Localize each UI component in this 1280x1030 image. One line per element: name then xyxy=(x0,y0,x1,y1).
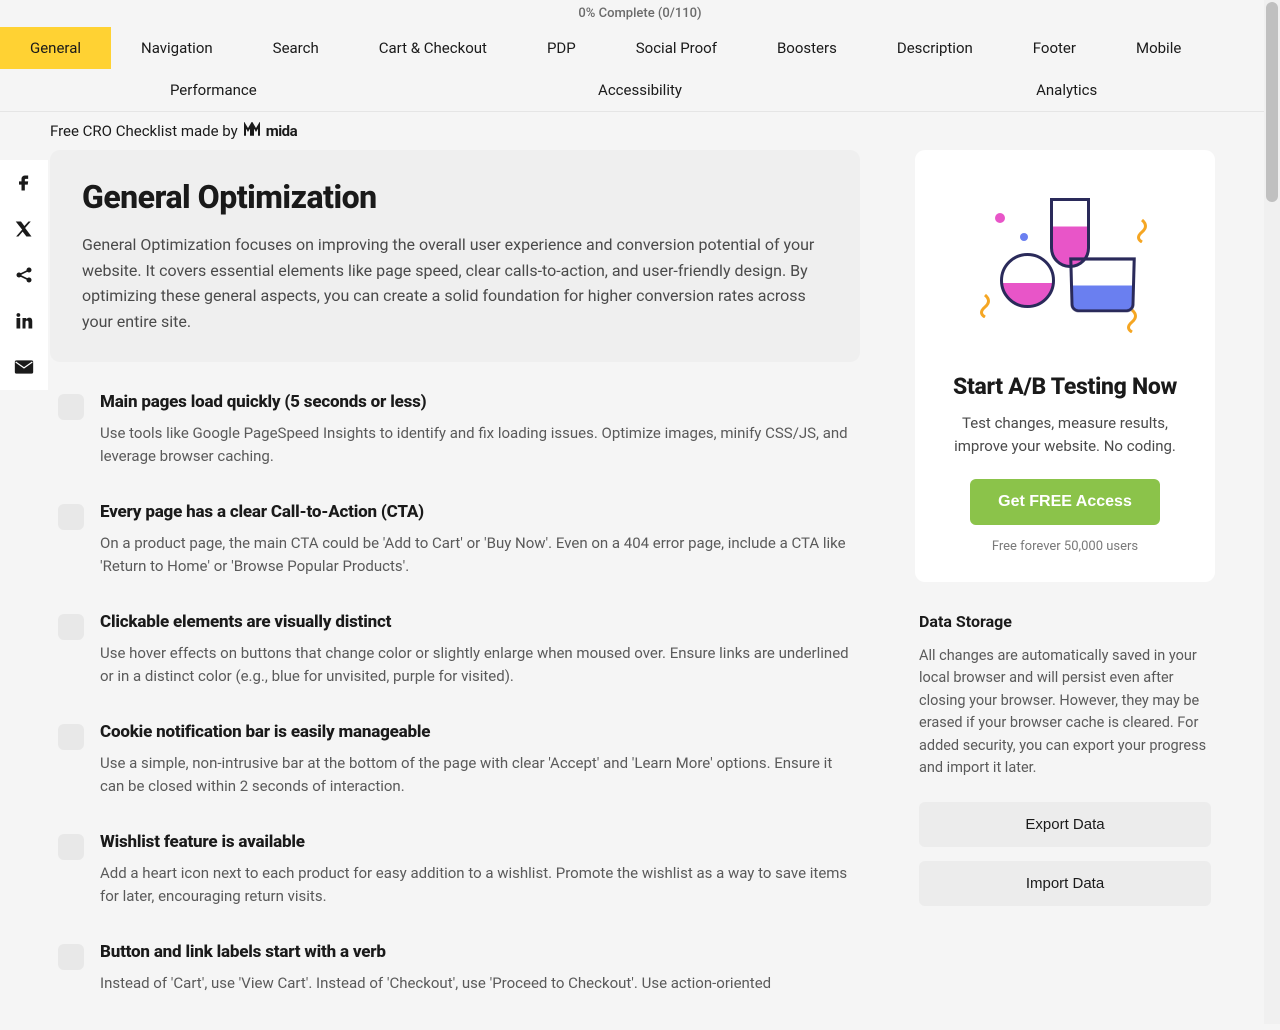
checklist-title: Main pages load quickly (5 seconds or le… xyxy=(100,392,860,412)
checklist-item: Main pages load quickly (5 seconds or le… xyxy=(50,392,860,467)
import-data-button[interactable]: Import Data xyxy=(919,861,1211,906)
checklist-description: Instead of 'Cart', use 'View Cart'. Inst… xyxy=(100,972,771,995)
page-description: General Optimization focuses on improvin… xyxy=(82,232,828,334)
promo-subtitle: Test changes, measure results, improve y… xyxy=(939,412,1191,457)
checklist-title: Every page has a clear Call-to-Action (C… xyxy=(100,502,860,522)
info-card: General Optimization General Optimizatio… xyxy=(50,150,860,362)
checklist-title: Clickable elements are visually distinct xyxy=(100,612,860,632)
tab-search[interactable]: Search xyxy=(243,27,349,69)
share-sidebar xyxy=(0,160,48,390)
email-icon[interactable] xyxy=(0,344,48,390)
breadcrumb-text: Free CRO Checklist made by xyxy=(50,122,238,140)
tab-social-proof[interactable]: Social Proof xyxy=(606,27,747,69)
checklist-item: Every page has a clear Call-to-Action (C… xyxy=(50,502,860,577)
tab-description[interactable]: Description xyxy=(867,27,1003,69)
storage-title: Data Storage xyxy=(919,612,1211,631)
tab-analytics[interactable]: Analytics xyxy=(853,69,1280,111)
breadcrumb: Free CRO Checklist made by mida xyxy=(0,112,1280,150)
page-title: General Optimization xyxy=(82,178,828,216)
checkbox[interactable] xyxy=(58,834,84,860)
export-data-button[interactable]: Export Data xyxy=(919,802,1211,847)
scrollbar[interactable] xyxy=(1264,0,1280,1024)
tab-performance[interactable]: Performance xyxy=(0,69,427,111)
linkedin-icon[interactable] xyxy=(0,298,48,344)
checklist-title: Button and link labels start with a verb xyxy=(100,942,771,962)
x-twitter-icon[interactable] xyxy=(0,206,48,252)
storage-description: All changes are automatically saved in y… xyxy=(919,645,1211,780)
progress-text: 0% Complete (0/110) xyxy=(0,0,1280,27)
storage-section: Data Storage All changes are automatical… xyxy=(915,612,1215,906)
tab-navigation[interactable]: Navigation xyxy=(111,27,243,69)
promo-card: Start A/B Testing Now Test changes, meas… xyxy=(915,150,1215,582)
tab-mobile[interactable]: Mobile xyxy=(1106,27,1211,69)
checklist-description: Use tools like Google PageSpeed Insights… xyxy=(100,422,860,467)
checklist-item: Button and link labels start with a verb… xyxy=(50,942,860,995)
checkbox[interactable] xyxy=(58,614,84,640)
checkbox[interactable] xyxy=(58,394,84,420)
checklist-description: Use hover effects on buttons that change… xyxy=(100,642,860,687)
tabs-container: General Navigation Search Cart & Checkou… xyxy=(0,27,1280,112)
tab-footer[interactable]: Footer xyxy=(1003,27,1106,69)
get-free-access-button[interactable]: Get FREE Access xyxy=(970,479,1160,525)
tab-general[interactable]: General xyxy=(0,27,111,69)
checklist-item: Wishlist feature is available Add a hear… xyxy=(50,832,860,907)
tab-boosters[interactable]: Boosters xyxy=(747,27,867,69)
tab-accessibility[interactable]: Accessibility xyxy=(427,69,854,111)
checklist-title: Wishlist feature is available xyxy=(100,832,860,852)
checklist-item: Cookie notification bar is easily manage… xyxy=(50,722,860,797)
checklist-description: Add a heart icon next to each product fo… xyxy=(100,862,860,907)
tab-cart-checkout[interactable]: Cart & Checkout xyxy=(349,27,517,69)
facebook-icon[interactable] xyxy=(0,160,48,206)
scrollbar-thumb[interactable] xyxy=(1266,2,1278,202)
checkbox[interactable] xyxy=(58,504,84,530)
promo-disclaimer: Free forever 50,000 users xyxy=(939,539,1191,554)
checklist-title: Cookie notification bar is easily manage… xyxy=(100,722,860,742)
checkbox[interactable] xyxy=(58,944,84,970)
checklist-description: Use a simple, non-intrusive bar at the b… xyxy=(100,752,860,797)
checklist-description: On a product page, the main CTA could be… xyxy=(100,532,860,577)
mida-logo-icon xyxy=(244,122,260,140)
share-icon[interactable] xyxy=(0,252,48,298)
brand-name: mida xyxy=(266,122,297,140)
checklist-item: Clickable elements are visually distinct… xyxy=(50,612,860,687)
promo-title: Start A/B Testing Now xyxy=(939,373,1191,400)
tab-pdp[interactable]: PDP xyxy=(517,27,606,69)
flask-illustration xyxy=(965,178,1165,353)
checkbox[interactable] xyxy=(58,724,84,750)
